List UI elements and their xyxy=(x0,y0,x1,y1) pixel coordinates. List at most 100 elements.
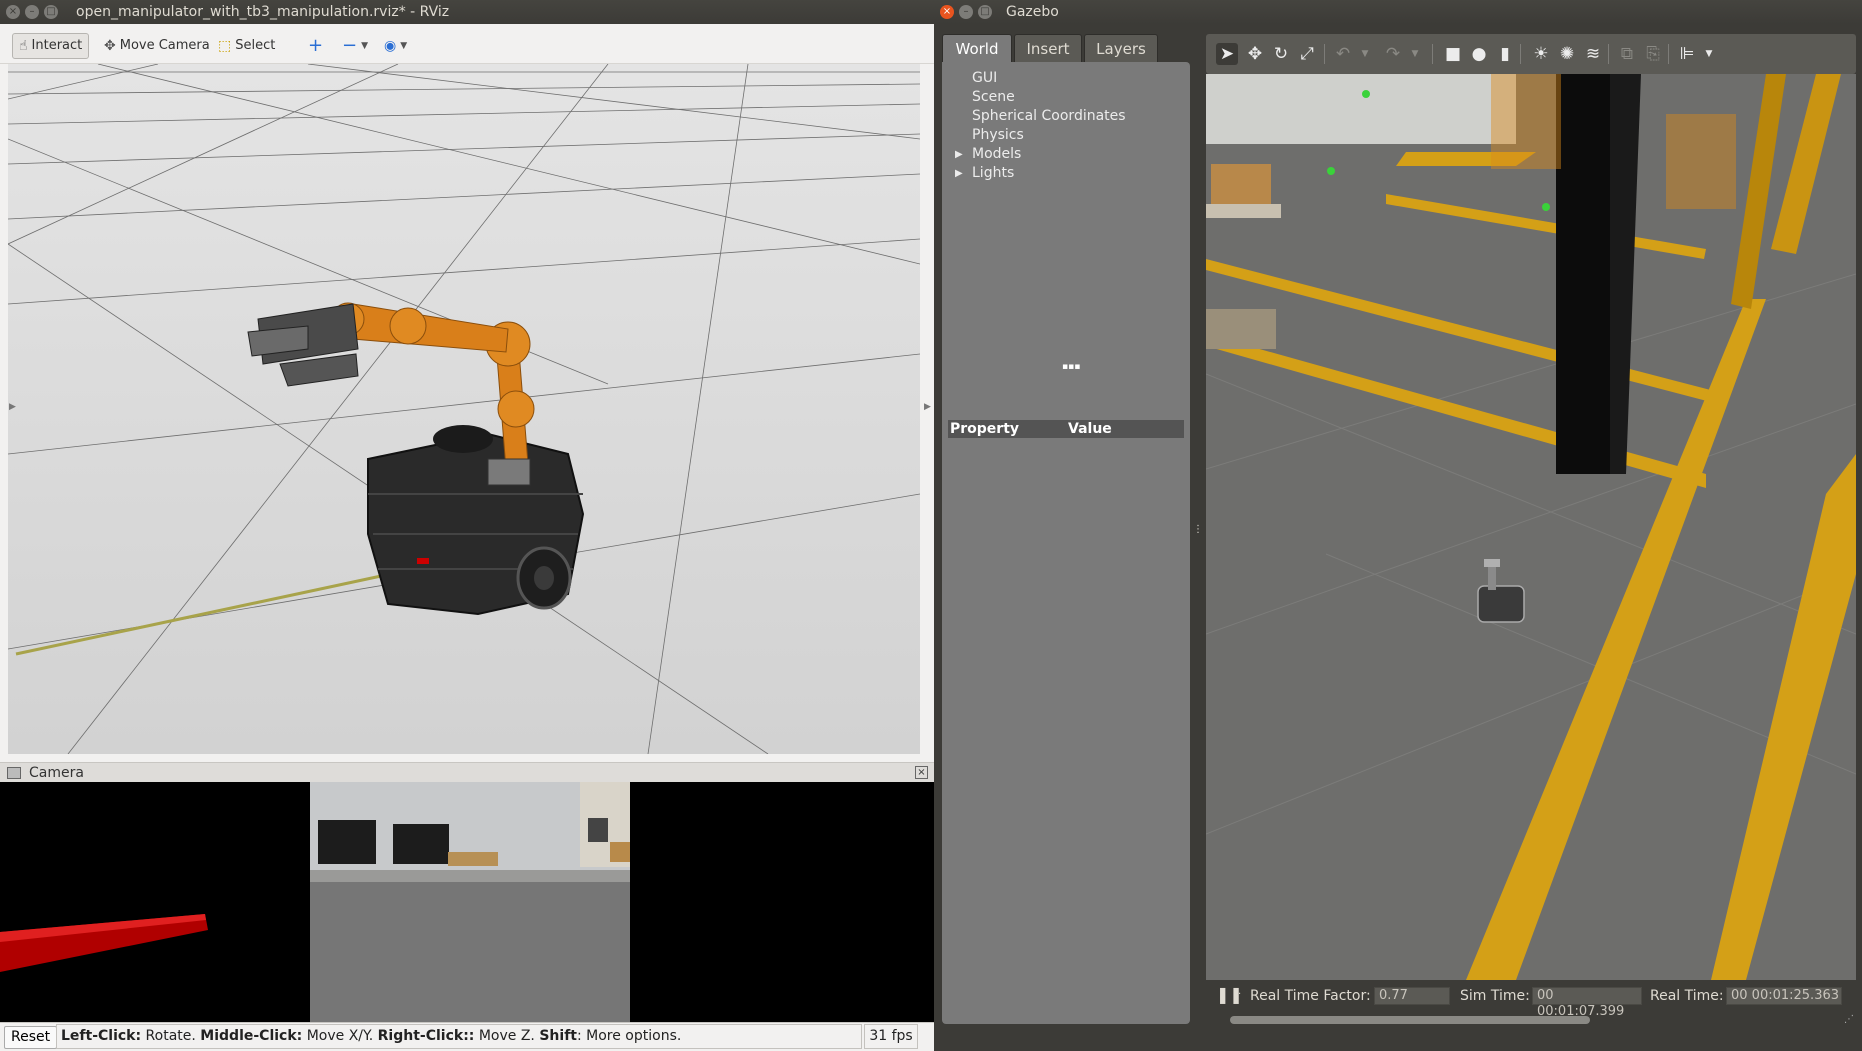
maximize-button[interactable]: □ xyxy=(44,5,58,19)
world-tree: GUI Scene Spherical Coordinates Physics … xyxy=(942,62,1190,1024)
minus-icon: − xyxy=(342,35,358,56)
move-arrows-icon: ✥ xyxy=(104,38,116,54)
sim-time-value: 00 00:01:07.399 xyxy=(1532,987,1642,1019)
select-arrow-icon[interactable]: ➤ xyxy=(1216,43,1238,65)
interact-label: Interact xyxy=(31,38,83,53)
spot-light-icon[interactable]: ✺ xyxy=(1556,43,1578,65)
interact-tool-button[interactable]: ☝ Interact xyxy=(12,33,90,59)
rviz-window: × – □ open_manipulator_with_tb3_manipula… xyxy=(0,0,934,1051)
chevron-down-icon: ▼ xyxy=(400,41,408,51)
expand-arrow-icon[interactable]: ▶ xyxy=(955,168,963,179)
plus-icon: + xyxy=(308,35,324,56)
rviz-title-bar: × – □ open_manipulator_with_tb3_manipula… xyxy=(0,0,934,24)
chevron-down-icon[interactable]: ▼ xyxy=(1404,43,1426,65)
select-box-icon: ⬚ xyxy=(218,38,232,54)
hint-middle-click-action: Move X/Y. xyxy=(306,1028,374,1044)
select-label: Select xyxy=(235,38,276,53)
redo-icon[interactable]: ↷ xyxy=(1382,43,1404,65)
right-panel-toggle-icon[interactable]: ▶ xyxy=(924,402,931,412)
real-time-factor-label: Real Time Factor: xyxy=(1250,988,1371,1004)
camera-panel-header: Camera × xyxy=(0,762,934,782)
minimize-button[interactable]: – xyxy=(959,5,973,19)
tab-layers[interactable]: Layers xyxy=(1084,34,1158,62)
rviz-status-bar: Reset Left-Click: Rotate. Middle-Click: … xyxy=(0,1022,934,1051)
sim-time-label: Sim Time: xyxy=(1460,988,1530,1004)
rviz-toolbar: ☝ Interact ✥ Move Camera ⬚ Select + − ▼ … xyxy=(0,24,934,64)
chevron-down-icon[interactable]: ▼ xyxy=(1698,43,1720,65)
tree-item-gui[interactable]: GUI xyxy=(972,70,997,86)
chevron-down-icon[interactable]: ▼ xyxy=(1354,43,1376,65)
hint-right-click: Right-Click:: xyxy=(377,1028,475,1044)
gazebo-3d-scene[interactable] xyxy=(1205,66,1857,980)
resize-grip-icon[interactable]: ⋰ xyxy=(1844,1014,1854,1025)
eye-icon: ◉ xyxy=(384,38,397,54)
mouse-hint-text: Left-Click: Rotate. Middle-Click: Move X… xyxy=(56,1024,862,1049)
left-panel-toggle-icon[interactable]: ▶ xyxy=(9,402,16,412)
camera-panel-title: Camera xyxy=(29,765,84,781)
hint-middle-click: Middle-Click: xyxy=(200,1028,303,1044)
turtlebot-base xyxy=(367,425,585,616)
scale-icon[interactable]: ⤢ xyxy=(1296,43,1318,65)
cylinder-icon[interactable]: ▮ xyxy=(1494,43,1516,65)
gazebo-time-panel: ❚❚ . Real Time Factor: 0.77 Sim Time: 00… xyxy=(1206,980,1856,1030)
tab-world[interactable]: World xyxy=(942,34,1012,62)
right-panel-splitter-icon[interactable]: ⋮ xyxy=(1858,440,1862,451)
close-button[interactable]: × xyxy=(940,5,954,19)
close-button[interactable]: × xyxy=(6,5,20,19)
expand-arrow-icon[interactable]: ▶ xyxy=(955,149,963,160)
maximize-button[interactable]: □ xyxy=(978,5,992,19)
reset-button[interactable]: Reset xyxy=(4,1026,58,1049)
point-light-icon[interactable]: ☀ xyxy=(1530,43,1552,65)
copy-icon[interactable]: ⧉ xyxy=(1616,43,1638,65)
tree-item-lights[interactable]: Lights xyxy=(972,165,1014,181)
fps-counter: 31 fps xyxy=(864,1024,918,1049)
undo-icon[interactable]: ↶ xyxy=(1332,43,1354,65)
step-dot-icon[interactable]: . xyxy=(1238,986,1241,997)
property-table-header: Property Value xyxy=(948,420,1184,438)
tree-item-physics[interactable]: Physics xyxy=(972,127,1024,143)
real-time-factor-value: 0.77 xyxy=(1374,987,1450,1005)
hand-pointer-icon: ☝ xyxy=(19,38,28,54)
move-camera-label: Move Camera xyxy=(119,38,210,53)
splitter-handle-icon[interactable]: ▪▪▪ xyxy=(1062,362,1080,372)
hint-left-click: Left-Click: xyxy=(61,1028,142,1044)
minimize-button[interactable]: – xyxy=(25,5,39,19)
camera-feed-graphic xyxy=(0,782,934,1022)
translate-icon[interactable]: ✥ xyxy=(1244,43,1266,65)
rviz-3d-view[interactable] xyxy=(7,63,921,755)
real-time-label: Real Time: xyxy=(1650,988,1724,1004)
move-camera-tool-button[interactable]: ✥ Move Camera xyxy=(98,33,216,59)
gazebo-window: × – □ Gazebo World Insert Layers GUI Sce… xyxy=(934,0,1862,1051)
horizontal-scrollbar[interactable] xyxy=(1230,1016,1590,1024)
chevron-down-icon: ▼ xyxy=(361,41,369,51)
align-icon[interactable]: ⊫ xyxy=(1676,43,1698,65)
value-column-header: Value xyxy=(1068,421,1112,437)
panel-icon xyxy=(7,767,21,779)
rotate-icon[interactable]: ↻ xyxy=(1270,43,1292,65)
box-icon[interactable]: ■ xyxy=(1442,43,1464,65)
gazebo-title-bar: × – □ Gazebo xyxy=(934,0,1862,24)
rviz-scene-graphic xyxy=(7,63,921,755)
tree-item-spherical-coordinates[interactable]: Spherical Coordinates xyxy=(972,108,1126,124)
camera-image-view xyxy=(0,782,934,1022)
close-panel-icon[interactable]: × xyxy=(915,766,928,779)
paste-icon[interactable]: ⎘ xyxy=(1642,43,1664,65)
tab-insert[interactable]: Insert xyxy=(1014,34,1082,62)
gazebo-toolbar: ➤ ✥ ↻ ⤢ ↶ ▼ ↷ ▼ ■ ● ▮ ☀ ✺ ≋ ⧉ ⎘ ⊫ ▼ xyxy=(1206,34,1856,74)
sphere-icon[interactable]: ● xyxy=(1468,43,1490,65)
remove-tool-button[interactable]: − ▼ xyxy=(336,33,374,59)
camera-view-tool-button[interactable]: ◉ ▼ xyxy=(378,33,413,59)
property-column-header: Property xyxy=(950,421,1020,437)
window-title: Gazebo xyxy=(1006,4,1059,20)
directional-light-icon[interactable]: ≋ xyxy=(1582,43,1604,65)
window-title: open_manipulator_with_tb3_manipulation.r… xyxy=(76,4,450,20)
add-tool-button[interactable]: + xyxy=(302,33,329,59)
real-time-value: 00 00:01:25.363 xyxy=(1726,987,1842,1005)
hint-right-click-action: Move Z. xyxy=(478,1028,535,1044)
hint-shift-action: : More options. xyxy=(576,1028,682,1044)
tree-item-models[interactable]: Models xyxy=(972,146,1021,162)
select-tool-button[interactable]: ⬚ Select xyxy=(212,33,281,59)
panel-splitter-icon[interactable]: ⋮ xyxy=(1193,524,1203,535)
hint-left-click-action: Rotate. xyxy=(145,1028,196,1044)
tree-item-scene[interactable]: Scene xyxy=(972,89,1015,105)
